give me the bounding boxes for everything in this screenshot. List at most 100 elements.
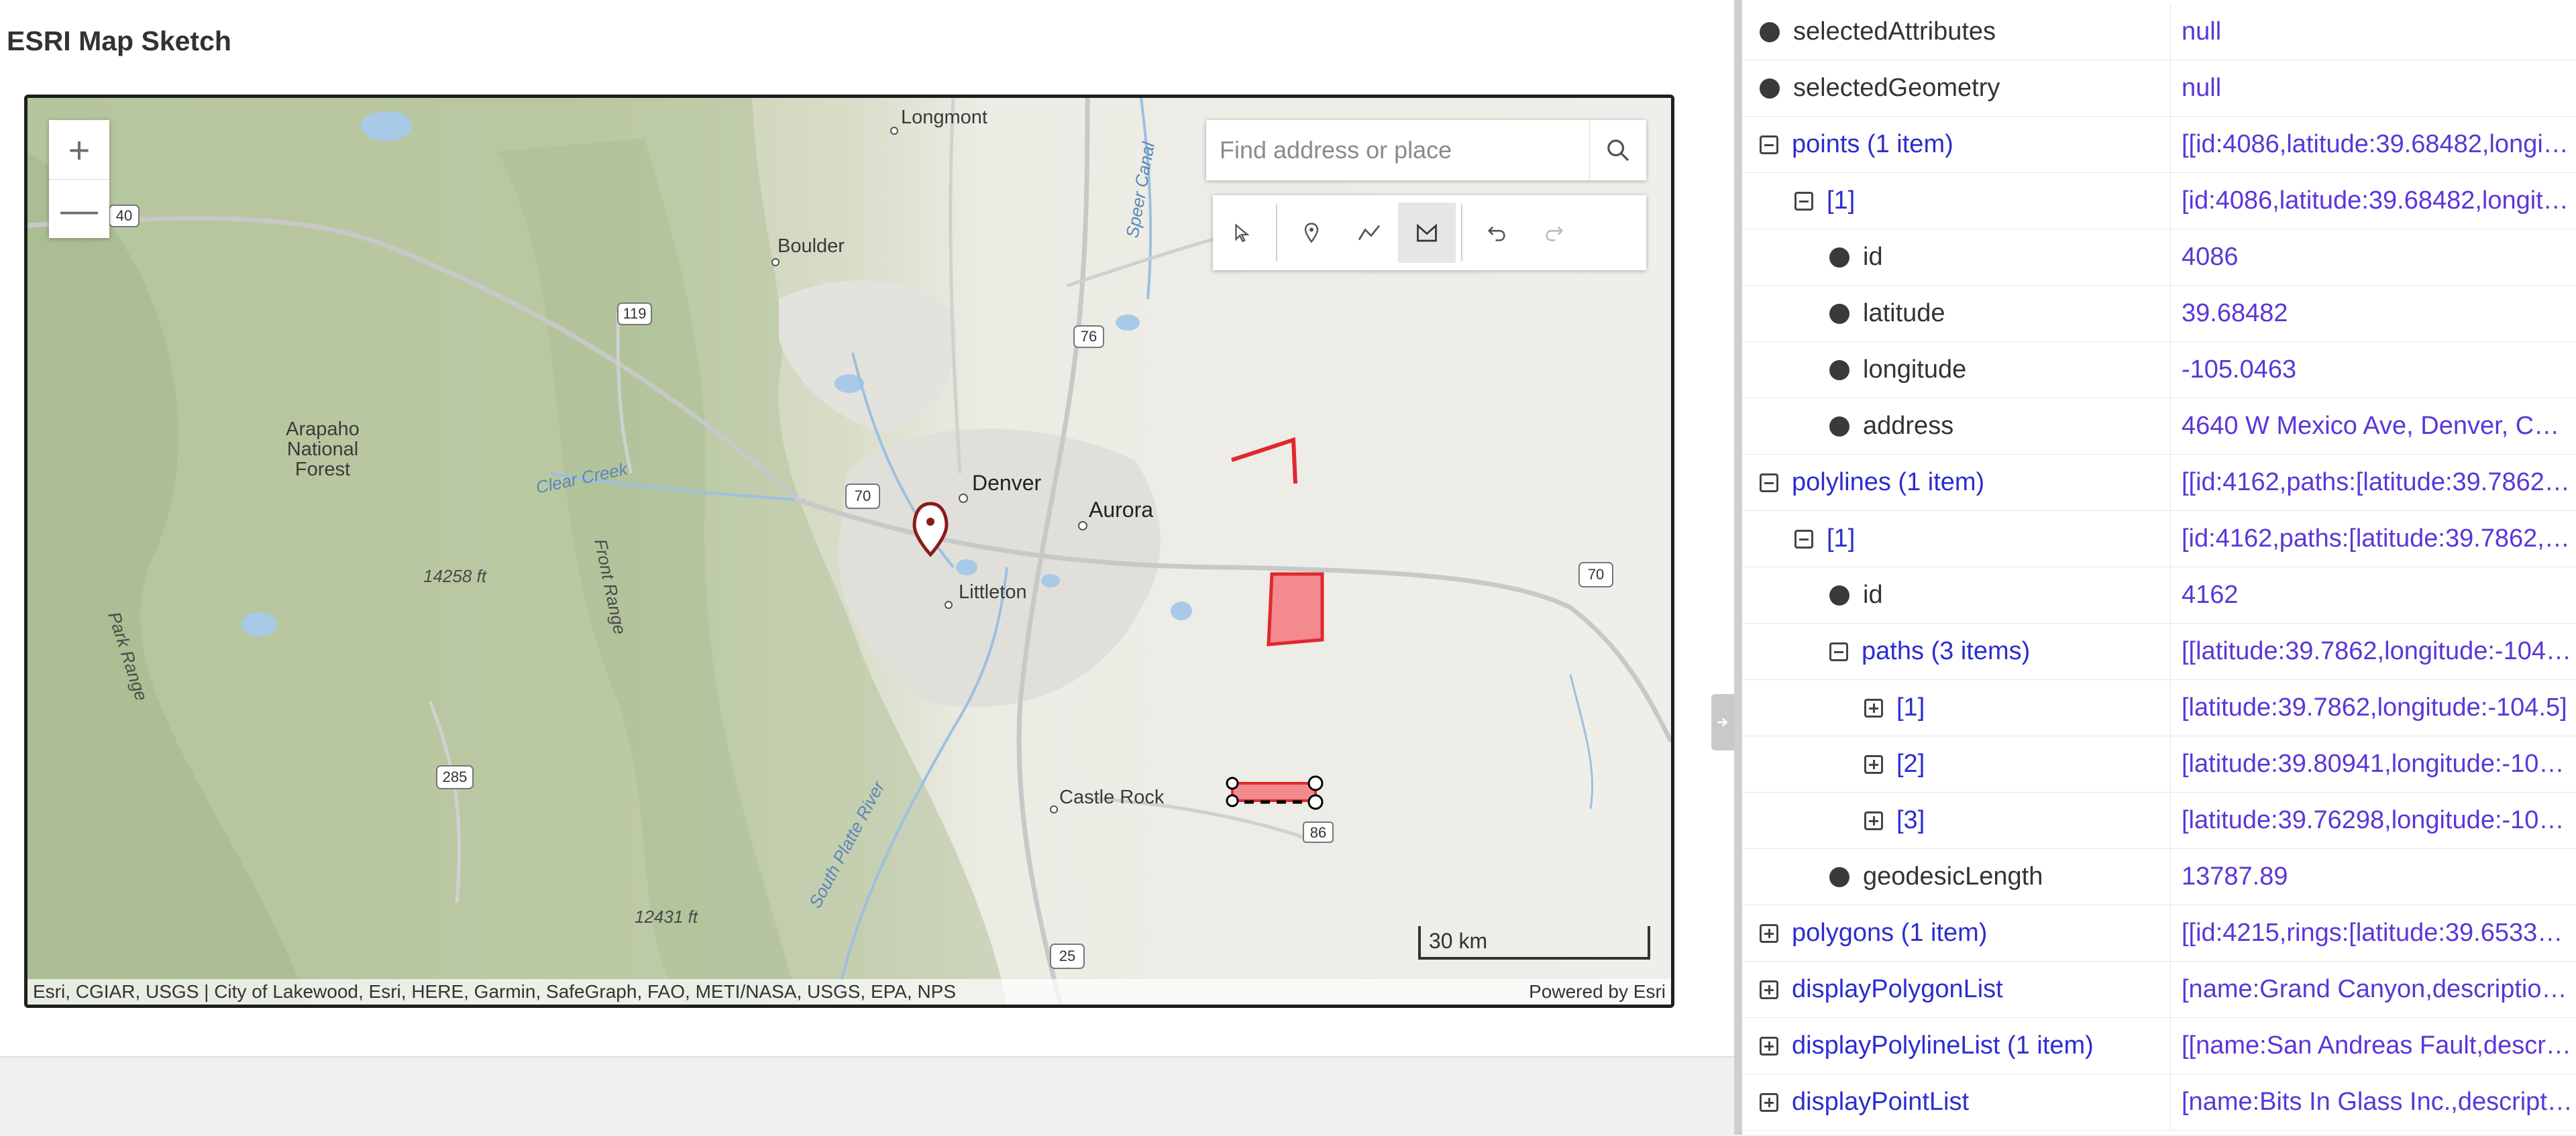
tree-key-label: selectedAttributes	[1793, 17, 1996, 46]
expand-icon[interactable]	[1864, 698, 1883, 718]
shield-76: 76	[1073, 325, 1104, 348]
redo-button[interactable]	[1525, 203, 1583, 263]
expand-icon[interactable]	[1864, 754, 1883, 774]
collapse-icon[interactable]	[1829, 642, 1848, 661]
column-divider	[2170, 962, 2171, 1017]
label-aurora: Aurora	[1089, 498, 1153, 522]
tree-value: 4162	[2182, 581, 2239, 609]
polygon-tool-button[interactable]	[1398, 203, 1456, 263]
svg-text:25: 25	[1059, 948, 1075, 964]
vertex-handle[interactable]	[1226, 777, 1239, 790]
tree-key-label: displayPolylineList (1 item)	[1792, 1031, 2094, 1060]
tree-key: longitude	[1829, 342, 1966, 398]
map-pin-icon	[1304, 223, 1319, 243]
column-divider	[2170, 680, 2171, 736]
tree-row: geodesicLength 13787.89	[1742, 849, 2576, 905]
attribution-text[interactable]: Esri, CGIAR, USGS | City of Lakewood, Es…	[33, 979, 956, 1005]
label-denver: Denver	[972, 471, 1042, 495]
zoom-out-button[interactable]: —	[49, 179, 109, 239]
toolbar-divider	[1461, 205, 1462, 261]
zoom-in-button[interactable]: +	[49, 120, 109, 179]
page-title: ESRI Map Sketch	[7, 25, 231, 56]
tree-row[interactable]: [3] [latitude:39.76298,longitude:-104.4]	[1742, 793, 2576, 849]
tree-key-label: [3]	[1896, 806, 1925, 834]
shield-70-west: 70	[845, 484, 880, 509]
svg-text:70: 70	[1588, 566, 1604, 583]
tree-value: null	[2182, 74, 2222, 102]
scale-bar: 30 km	[1418, 926, 1650, 960]
sketch-polygon[interactable]	[1267, 572, 1324, 646]
label-elevation: 12431 ft	[635, 907, 699, 927]
bullet-icon	[1829, 303, 1849, 324]
search-button[interactable]	[1589, 120, 1646, 180]
collapse-icon[interactable]	[1760, 473, 1778, 492]
tree-row[interactable]: [1] [latitude:39.7862,longitude:-104.5]	[1742, 680, 2576, 736]
svg-text:285: 285	[443, 769, 468, 785]
tree-row[interactable]: points (1 item) [[id:4086,latitude:39.684…	[1742, 117, 2576, 173]
tree-key-label: polygons (1 item)	[1792, 919, 1988, 947]
polygon-icon	[1417, 223, 1437, 242]
expand-icon[interactable]	[1864, 811, 1883, 830]
svg-text:86: 86	[1310, 824, 1326, 841]
expand-icon[interactable]	[1760, 923, 1778, 943]
tree-key-label: geodesicLength	[1863, 862, 2043, 891]
tree-row[interactable]: paths (3 items) [[latitude:39.7862,longit…	[1742, 624, 2576, 680]
tree-key-label: paths (3 items)	[1862, 637, 2031, 665]
tree-row: id 4162	[1742, 567, 2576, 624]
search-widget	[1206, 120, 1646, 180]
tree-row[interactable]: displayPolylineList (1 item) [[name:San A…	[1742, 1018, 2576, 1074]
tree-key-label: selectedGeometry	[1793, 74, 2000, 102]
panel-collapse-handle[interactable]	[1711, 694, 1734, 750]
tree-value: [latitude:39.7862,longitude:-104.5]	[2182, 693, 2567, 722]
tree-row[interactable]: polylines (1 item) [[id:4162,paths:[latit…	[1742, 455, 2576, 511]
expand-icon[interactable]	[1760, 1092, 1778, 1112]
select-tool-button[interactable]	[1213, 203, 1271, 263]
map-view[interactable]: 40 119 76 70 70 285 25 86 Longmont Bould…	[24, 95, 1674, 1008]
tree-key-label: id	[1863, 581, 1883, 609]
vertex-handle[interactable]	[1307, 794, 1324, 810]
point-tool-button[interactable]	[1283, 203, 1340, 263]
tree-value: 4640 W Mexico Ave, Denver, Colorado	[2182, 412, 2576, 440]
tree-row[interactable]: displayPolygonList [name:Grand Canyon,des…	[1742, 962, 2576, 1018]
tree-key-label: [1]	[1896, 693, 1925, 722]
tree-key: [1]	[1794, 173, 1855, 229]
column-divider	[2170, 1018, 2171, 1074]
collapse-icon[interactable]	[1760, 135, 1778, 154]
vertex-handle[interactable]	[1226, 794, 1239, 807]
powered-by-esri[interactable]: Powered by Esri	[1529, 979, 1666, 1005]
svg-text:40: 40	[116, 207, 132, 224]
vertex-handle[interactable]	[1307, 775, 1324, 791]
search-input[interactable]	[1206, 120, 1589, 180]
tree-key-label: displayPolygonList	[1792, 975, 2003, 1003]
collapse-icon[interactable]	[1794, 529, 1813, 549]
column-divider	[2170, 173, 2171, 229]
tree-key: [3]	[1864, 793, 1925, 848]
tree-key: geodesicLength	[1829, 849, 2043, 905]
tree-key: latitude	[1829, 286, 1945, 341]
column-divider	[2170, 455, 2171, 510]
tree-key-label: displayPointList	[1792, 1088, 1970, 1116]
tree-row[interactable]: [1] [id:4162,paths:[latitude:39.7862,long…	[1742, 511, 2576, 567]
tree-row[interactable]: polygons (1 item) [[id:4215,rings:[latitu…	[1742, 905, 2576, 962]
expand-icon[interactable]	[1760, 980, 1778, 999]
shield-25: 25	[1050, 944, 1085, 969]
column-divider	[2170, 567, 2171, 623]
tree-row[interactable]: displayPointList [name:Bits In Glass Inc.…	[1742, 1074, 2576, 1131]
tree-key-label: [1]	[1827, 186, 1856, 215]
tree-key: paths (3 items)	[1829, 624, 2030, 679]
zoom-control: + —	[49, 120, 109, 238]
column-divider	[2170, 4, 2171, 60]
bullet-icon	[1760, 78, 1780, 99]
shield-40: 40	[109, 205, 140, 227]
tree-row: latitude 39.68482	[1742, 286, 2576, 342]
polyline-tool-button[interactable]	[1340, 203, 1398, 263]
tree-row[interactable]: [1] [id:4086,latitude:39.68482,longitude:…	[1742, 173, 2576, 229]
tree-key: displayPolygonList	[1760, 962, 2003, 1017]
undo-button[interactable]	[1468, 203, 1525, 263]
collapse-icon[interactable]	[1794, 191, 1813, 211]
column-divider	[2170, 1074, 2171, 1130]
expand-icon[interactable]	[1760, 1036, 1778, 1056]
svg-text:76: 76	[1081, 328, 1097, 345]
tree-row[interactable]: [2] [latitude:39.80941,longitude:-104.4]	[1742, 736, 2576, 793]
tree-row: longitude -105.0463	[1742, 342, 2576, 398]
